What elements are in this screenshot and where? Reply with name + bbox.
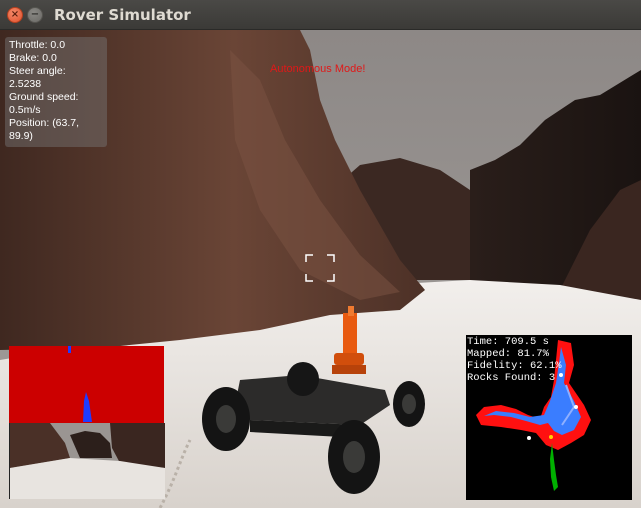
rocks-found: Rocks Found: 3	[467, 372, 556, 384]
position-label: Position: (63.7,	[9, 117, 80, 129]
fidelity-percentage: Fidelity: 62.1%	[467, 360, 562, 372]
brake-readout: Brake: 0.0	[9, 52, 57, 64]
simulation-viewport[interactable]: Throttle: 0.0 Brake: 0.0 Steer angle: 2.…	[0, 30, 641, 508]
rover-simulator-window: × − Rover Simulator Throttle: 0.0 Brake:…	[0, 0, 641, 508]
mapped-percentage: Mapped: 81.7%	[467, 348, 549, 360]
threshold-camera-view	[9, 346, 164, 423]
navigable-terrain-mask	[68, 346, 92, 422]
throttle-readout: Throttle: 0.0	[9, 39, 66, 51]
window-title: Rover Simulator	[54, 6, 191, 24]
crosshair-icon	[305, 254, 335, 282]
ground-speed-value: 0.5m/s	[9, 104, 41, 116]
ground-speed-label: Ground speed:	[9, 91, 79, 103]
rover-camera-view	[9, 423, 165, 499]
elapsed-time: Time: 709.5 s	[467, 336, 549, 348]
autonomous-mode-indicator: Autonomous Mode!	[270, 63, 366, 75]
telemetry-panel: Throttle: 0.0 Brake: 0.0 Steer angle: 2.…	[5, 37, 107, 147]
steer-angle-value: 2.5238	[9, 78, 42, 90]
position-value: 89.9)	[9, 130, 33, 142]
close-icon[interactable]: ×	[7, 7, 23, 23]
title-bar: × − Rover Simulator	[0, 0, 641, 30]
map-stats: Time: 709.5 s Mapped: 81.7% Fidelity: 62…	[467, 336, 562, 384]
steer-angle-label: Steer angle:	[9, 65, 66, 77]
minimize-icon[interactable]: −	[27, 7, 43, 23]
camera-feed-image	[10, 423, 165, 499]
worldmap-panel: Time: 709.5 s Mapped: 81.7% Fidelity: 62…	[466, 335, 632, 500]
